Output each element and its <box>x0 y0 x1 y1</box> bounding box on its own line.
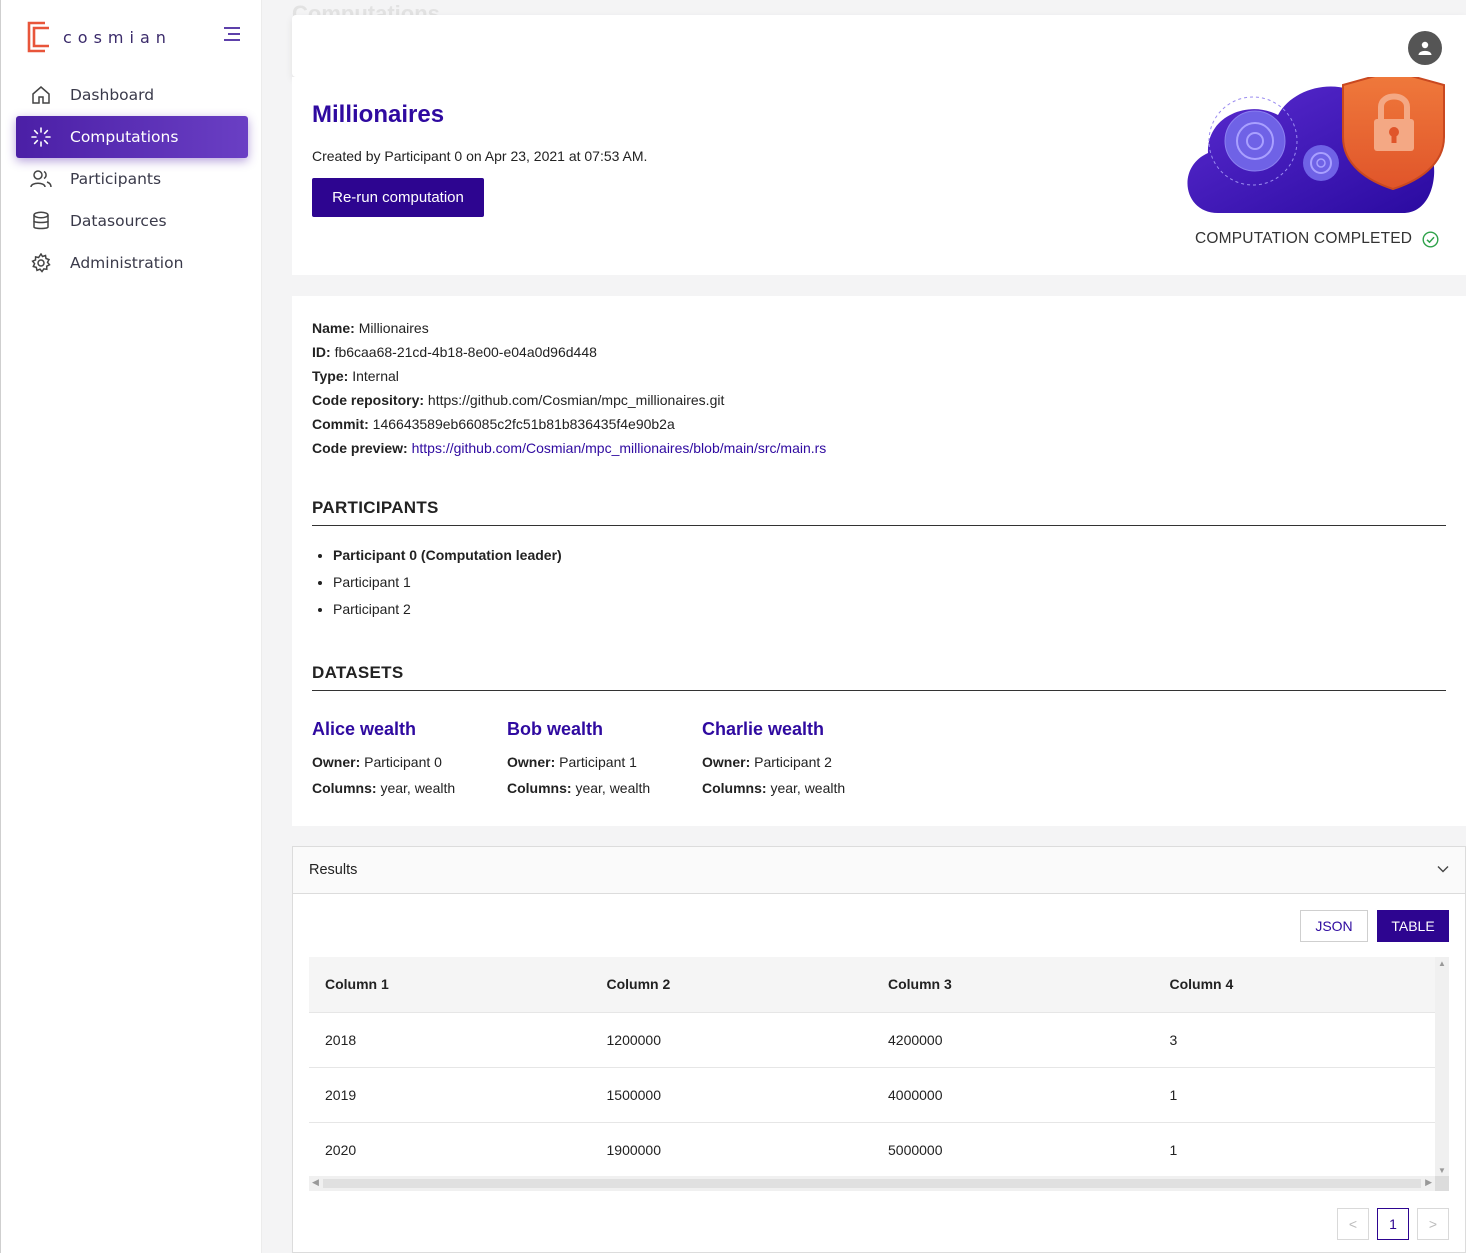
table-cell: 1 <box>1153 1122 1435 1178</box>
table-cell: 1900000 <box>590 1122 872 1178</box>
code-preview-link[interactable]: https://github.com/Cosmian/mpc_millionai… <box>412 440 827 456</box>
info-commit: Commit: 146643589eb66085c2fc51b81b836435… <box>312 416 675 432</box>
database-icon <box>30 210 52 232</box>
brand-logo[interactable]: cosmian <box>23 20 172 54</box>
column-header[interactable]: Column 2 <box>590 957 872 1013</box>
list-item: Participant 1 <box>333 571 562 598</box>
dataset-name[interactable]: Alice wealth <box>312 719 502 749</box>
pagination-next-button[interactable]: > <box>1417 1208 1449 1240</box>
menu-toggle-icon[interactable] <box>223 26 241 42</box>
info-type: Type: Internal <box>312 368 399 384</box>
scroll-right-icon[interactable]: ▶ <box>1425 1177 1432 1188</box>
info-repo: Code repository: https://github.com/Cosm… <box>312 392 725 408</box>
dataset-card: Bob wealth Owner: Participant 1 Columns:… <box>507 719 697 801</box>
scroll-left-icon[interactable]: ◀ <box>312 1177 319 1188</box>
computation-details-card: Name: Millionaires ID: fb6caa68-21cd-4b1… <box>292 296 1466 826</box>
table-row: 2019 1500000 4000000 1 <box>309 1067 1435 1123</box>
cosmian-logo-icon <box>27 21 49 53</box>
table-view-button[interactable]: TABLE <box>1377 910 1449 942</box>
created-info: Created by Participant 0 on Apr 23, 2021… <box>312 148 648 164</box>
chevron-down-icon[interactable] <box>1437 864 1449 874</box>
table-cell: 5000000 <box>872 1122 1154 1178</box>
table-row: 2020 1900000 5000000 1 <box>309 1122 1435 1178</box>
computation-status: COMPUTATION COMPLETED <box>1195 230 1439 248</box>
scrollbar-thumb[interactable] <box>323 1179 1421 1188</box>
table-cell: 1 <box>1153 1067 1435 1123</box>
rerun-computation-button[interactable]: Re-run computation <box>312 178 484 217</box>
horizontal-scrollbar[interactable]: ◀ ▶ <box>309 1176 1435 1191</box>
sidebar-item-participants[interactable]: Participants <box>16 158 248 200</box>
table-cell: 4200000 <box>872 1012 1154 1068</box>
secure-cloud-illustration <box>1187 77 1445 213</box>
page-title: Computations <box>292 1 440 16</box>
sidebar-item-label: Computations <box>70 128 179 146</box>
results-panel: Results JSON TABLE Column 1 Column 2 Col… <box>292 846 1466 1253</box>
computation-title: Millionaires <box>312 101 445 128</box>
table-cell: 4000000 <box>872 1067 1154 1123</box>
table-cell: 2020 <box>309 1122 591 1178</box>
brand-name: cosmian <box>63 27 172 47</box>
sidebar-item-dashboard[interactable]: Dashboard <box>16 74 248 116</box>
sidebar-item-administration[interactable]: Administration <box>16 242 248 284</box>
results-header[interactable]: Results <box>293 847 1465 894</box>
dataset-name[interactable]: Charlie wealth <box>702 719 892 749</box>
users-icon <box>30 168 52 190</box>
dataset-columns: Columns: year, wealth <box>312 780 456 796</box>
list-item: Participant 0 (Computation leader) <box>333 544 562 571</box>
dataset-columns: Columns: year, wealth <box>507 780 651 796</box>
vertical-scrollbar[interactable]: ▲ ▼ <box>1435 957 1449 1177</box>
dataset-owner: Owner: Participant 0 <box>312 754 442 770</box>
dataset-owner: Owner: Participant 1 <box>507 754 637 770</box>
scrollbar-corner <box>1435 1176 1449 1191</box>
table-row: 2018 1200000 4200000 3 <box>309 1012 1435 1068</box>
sidebar: cosmian Dashboard Computations Participa… <box>0 0 262 1253</box>
scroll-down-icon[interactable]: ▼ <box>1438 1166 1446 1175</box>
computation-info: Name: Millionaires ID: fb6caa68-21cd-4b1… <box>312 316 826 460</box>
sidebar-item-datasources[interactable]: Datasources <box>16 200 248 242</box>
dataset-name[interactable]: Bob wealth <box>507 719 697 749</box>
table-cell: 1500000 <box>590 1067 872 1123</box>
dataset-owner: Owner: Participant 2 <box>702 754 832 770</box>
sidebar-item-label: Dashboard <box>70 86 155 104</box>
info-name: Name: Millionaires <box>312 320 429 336</box>
table-cell: 1200000 <box>590 1012 872 1068</box>
table-cell: 2018 <box>309 1012 591 1068</box>
column-header[interactable]: Column 3 <box>872 957 1154 1013</box>
datasets-divider <box>312 690 1446 691</box>
column-header[interactable]: Column 4 <box>1153 957 1435 1013</box>
datasets-heading: DATASETS <box>312 663 404 682</box>
results-title: Results <box>309 862 358 878</box>
gear-icon <box>30 252 52 274</box>
spinner-icon <box>30 126 52 148</box>
table-cell: 3 <box>1153 1012 1435 1068</box>
check-circle-icon <box>1422 230 1439 248</box>
sidebar-item-label: Administration <box>70 254 184 272</box>
status-text: COMPUTATION COMPLETED <box>1195 230 1413 247</box>
sidebar-item-computations[interactable]: Computations <box>16 116 248 158</box>
column-header[interactable]: Column 1 <box>309 957 591 1013</box>
sidebar-item-label: Datasources <box>70 212 167 230</box>
participants-list: Participant 0 (Computation leader) Parti… <box>333 544 562 625</box>
table-cell: 2019 <box>309 1067 591 1123</box>
dataset-card: Alice wealth Owner: Participant 0 Column… <box>312 719 502 801</box>
table-header-row: Column 1 Column 2 Column 3 Column 4 <box>309 957 1435 1013</box>
info-preview: Code preview: https://github.com/Cosmian… <box>312 440 827 456</box>
top-bar <box>292 15 1466 77</box>
computation-header-card: Millionaires Created by Participant 0 on… <box>292 77 1466 275</box>
scroll-up-icon[interactable]: ▲ <box>1438 959 1446 968</box>
pagination-prev-button[interactable]: < <box>1337 1208 1369 1240</box>
participants-divider <box>312 525 1446 526</box>
results-table: Column 1 Column 2 Column 3 Column 4 2018… <box>309 957 1435 1192</box>
dataset-card: Charlie wealth Owner: Participant 2 Colu… <box>702 719 892 801</box>
user-avatar-icon[interactable] <box>1408 31 1442 65</box>
sidebar-item-label: Participants <box>70 170 162 188</box>
home-icon <box>30 84 52 106</box>
sidebar-nav: Dashboard Computations Participants Data… <box>16 74 248 284</box>
list-item: Participant 2 <box>333 598 562 625</box>
json-view-button[interactable]: JSON <box>1300 910 1368 942</box>
participants-heading: PARTICIPANTS <box>312 498 439 517</box>
info-id: ID: fb6caa68-21cd-4b18-8e00-e04a0d96d448 <box>312 344 597 360</box>
dataset-columns: Columns: year, wealth <box>702 780 846 796</box>
pagination-page-button[interactable]: 1 <box>1377 1208 1409 1240</box>
